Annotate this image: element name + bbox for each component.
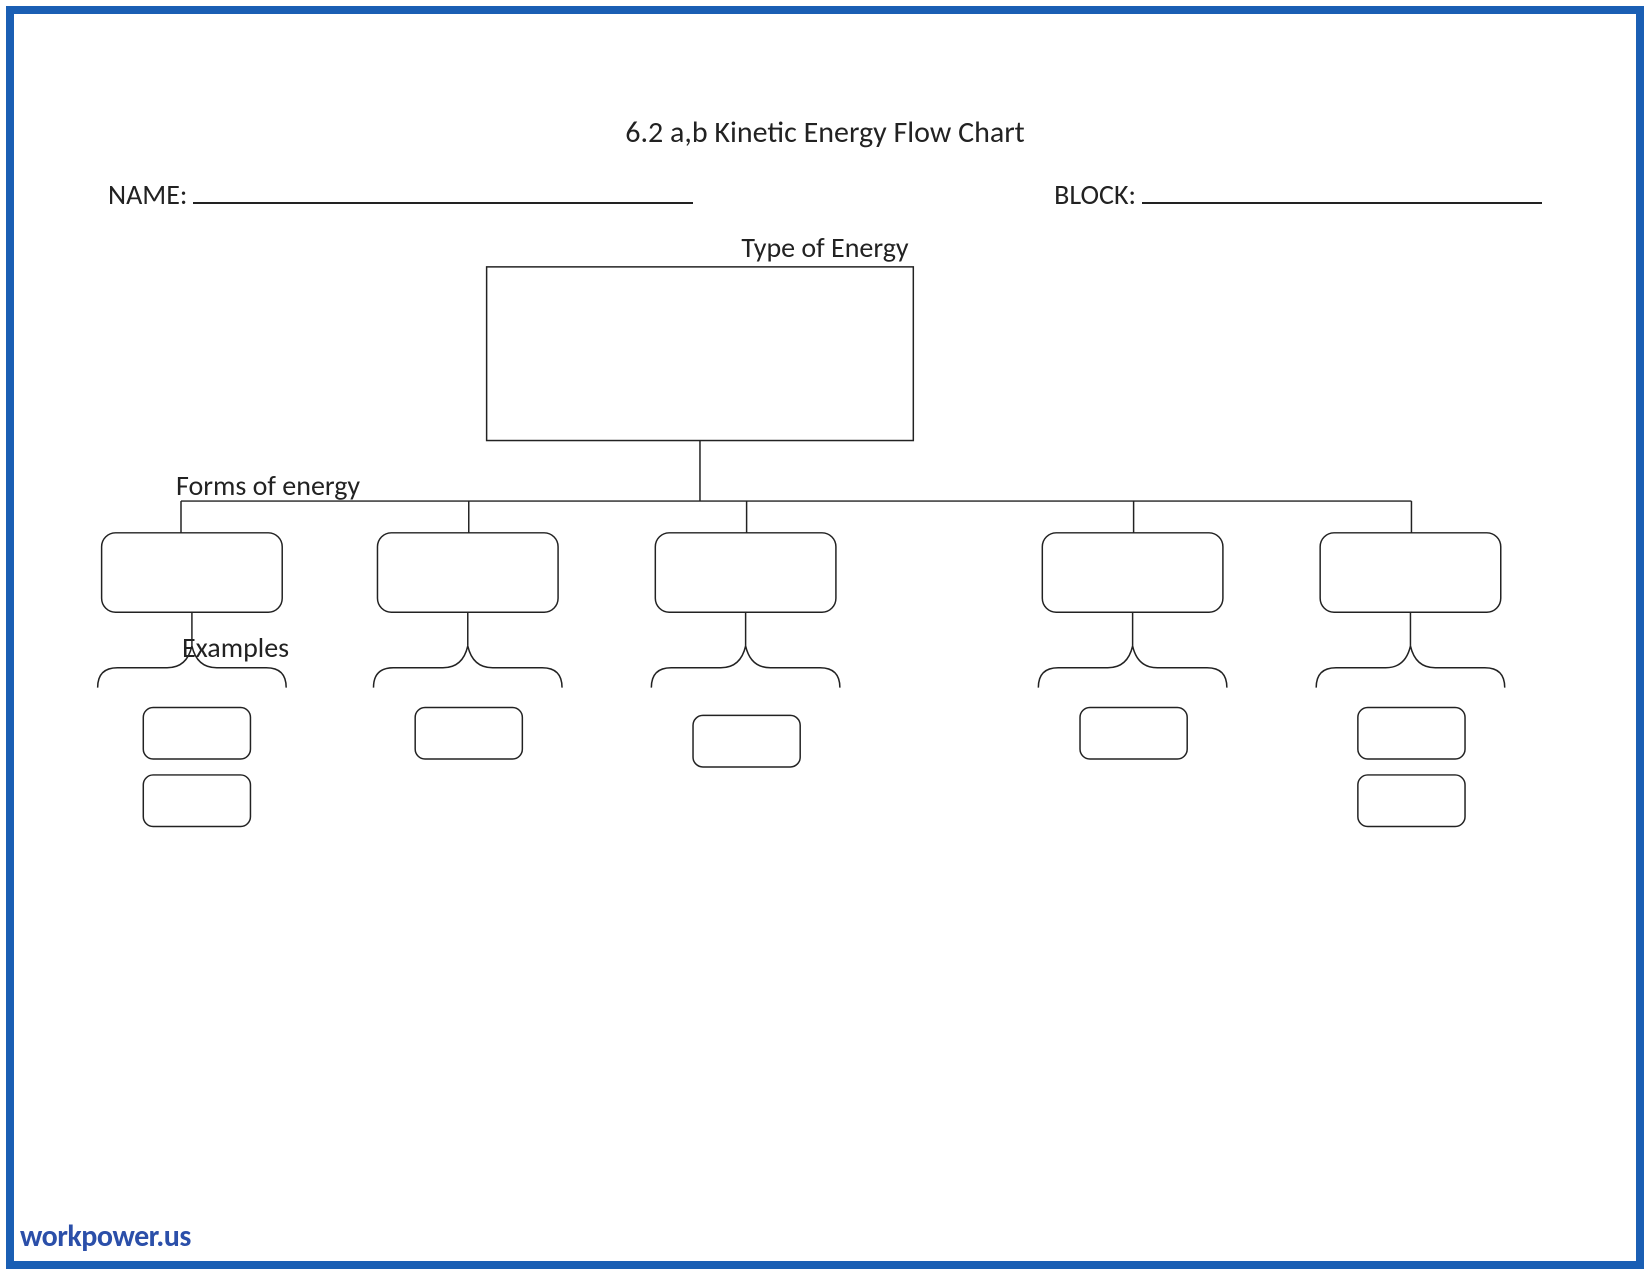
type-of-energy-label: Type of Energy bbox=[52, 230, 1598, 265]
form-box-2 bbox=[377, 533, 558, 612]
chart-title: 6.2 a,b Kinetic Energy Flow Chart bbox=[52, 114, 1598, 151]
example-box-2a bbox=[415, 707, 522, 759]
brace-5 bbox=[1316, 646, 1505, 688]
form-box-4 bbox=[1042, 533, 1223, 612]
name-field: NAME: bbox=[108, 177, 693, 212]
brace-3 bbox=[651, 646, 840, 688]
example-box-5a bbox=[1358, 707, 1465, 759]
block-label: BLOCK: bbox=[1054, 177, 1136, 212]
brace-4 bbox=[1038, 646, 1227, 688]
forms-of-energy-label: Forms of energy bbox=[176, 468, 360, 503]
type-of-energy-box bbox=[487, 267, 914, 441]
block-field: BLOCK: bbox=[1054, 177, 1542, 212]
brace-2 bbox=[374, 646, 563, 688]
example-box-4a bbox=[1080, 707, 1187, 759]
form-box-3 bbox=[655, 533, 836, 612]
name-label: NAME: bbox=[108, 177, 187, 212]
form-box-5 bbox=[1320, 533, 1501, 612]
watermark-text: workpower.us bbox=[20, 1218, 191, 1255]
header-fields: NAME: BLOCK: bbox=[52, 177, 1598, 212]
block-underline bbox=[1142, 182, 1542, 204]
page-frame: 6.2 a,b Kinetic Energy Flow Chart NAME: … bbox=[6, 6, 1644, 1269]
examples-label: Examples bbox=[182, 630, 289, 665]
form-box-1 bbox=[102, 533, 283, 612]
example-box-5b bbox=[1358, 775, 1465, 827]
example-box-3a bbox=[693, 715, 800, 767]
name-underline bbox=[193, 182, 693, 204]
example-box-1a bbox=[143, 707, 250, 759]
example-box-1b bbox=[143, 775, 250, 827]
content-area: 6.2 a,b Kinetic Energy Flow Chart NAME: … bbox=[52, 42, 1598, 1233]
